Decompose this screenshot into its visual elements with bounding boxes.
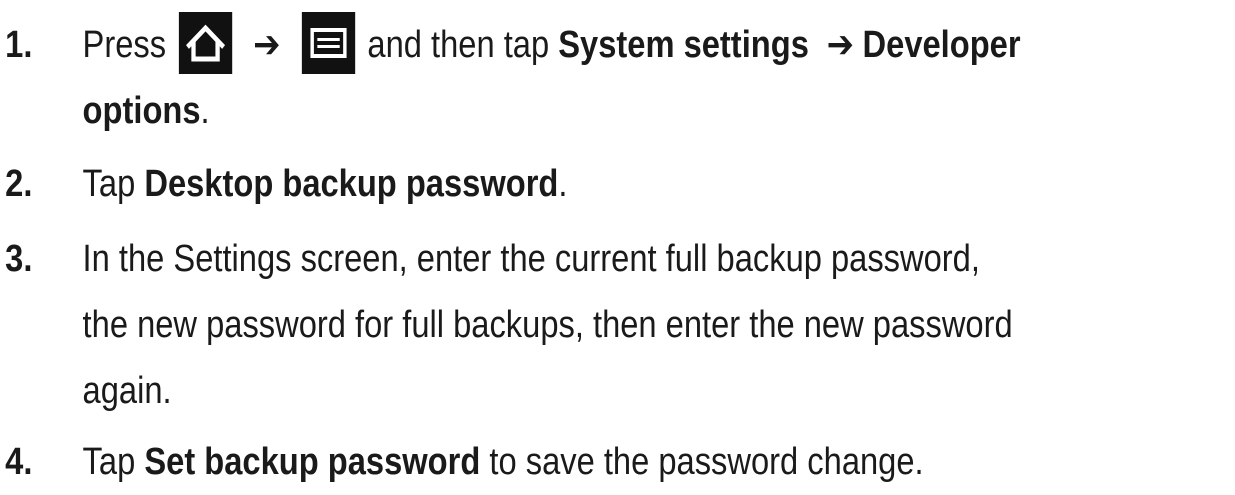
arrow-icon: ➔ <box>253 24 281 66</box>
step-number: 4. <box>5 441 33 483</box>
set-backup-password-label: Set backup password <box>144 441 481 483</box>
step-text: Press ➔ and then tap System settings ➔ De… <box>82 11 1021 144</box>
step-line: Tap Set backup password to save the pass… <box>83 429 924 495</box>
period: . <box>558 163 568 205</box>
clipped-previous-text <box>0 0 1235 6</box>
menu-icon <box>301 11 355 74</box>
step-line: again. <box>82 370 172 412</box>
and-then-tap-text: and then tap <box>367 24 550 66</box>
step-line: Tap Desktop backup password. <box>83 151 568 217</box>
arrow-icon: ➔ <box>826 24 854 66</box>
step-line: options. <box>83 78 1021 144</box>
tap-label: Tap <box>82 441 136 483</box>
step-text: In the Settings screen, enter the curren… <box>83 226 1013 424</box>
step-4-rest-text: to save the password change. <box>489 441 924 483</box>
step-line: Press ➔ and then tap System settings ➔ De… <box>82 11 1021 78</box>
step-line: the new password for full backups, then … <box>82 304 1013 346</box>
press-label: Press <box>82 24 167 66</box>
system-settings-label: System settings <box>558 24 809 66</box>
developer-label: Developer <box>862 24 1021 66</box>
period: . <box>200 90 210 132</box>
tap-label: Tap <box>82 163 136 205</box>
step-line: In the Settings screen, enter the curren… <box>82 238 980 280</box>
options-label: options <box>82 90 201 132</box>
step-number: 3. <box>5 238 33 280</box>
home-icon <box>178 11 232 74</box>
step-number: 1. <box>5 24 33 66</box>
step-number: 2. <box>5 163 33 205</box>
step-text: Tap Desktop backup password. <box>83 151 568 217</box>
step-text: Tap Set backup password to save the pass… <box>83 429 924 495</box>
desktop-backup-password-label: Desktop backup password <box>144 163 559 205</box>
